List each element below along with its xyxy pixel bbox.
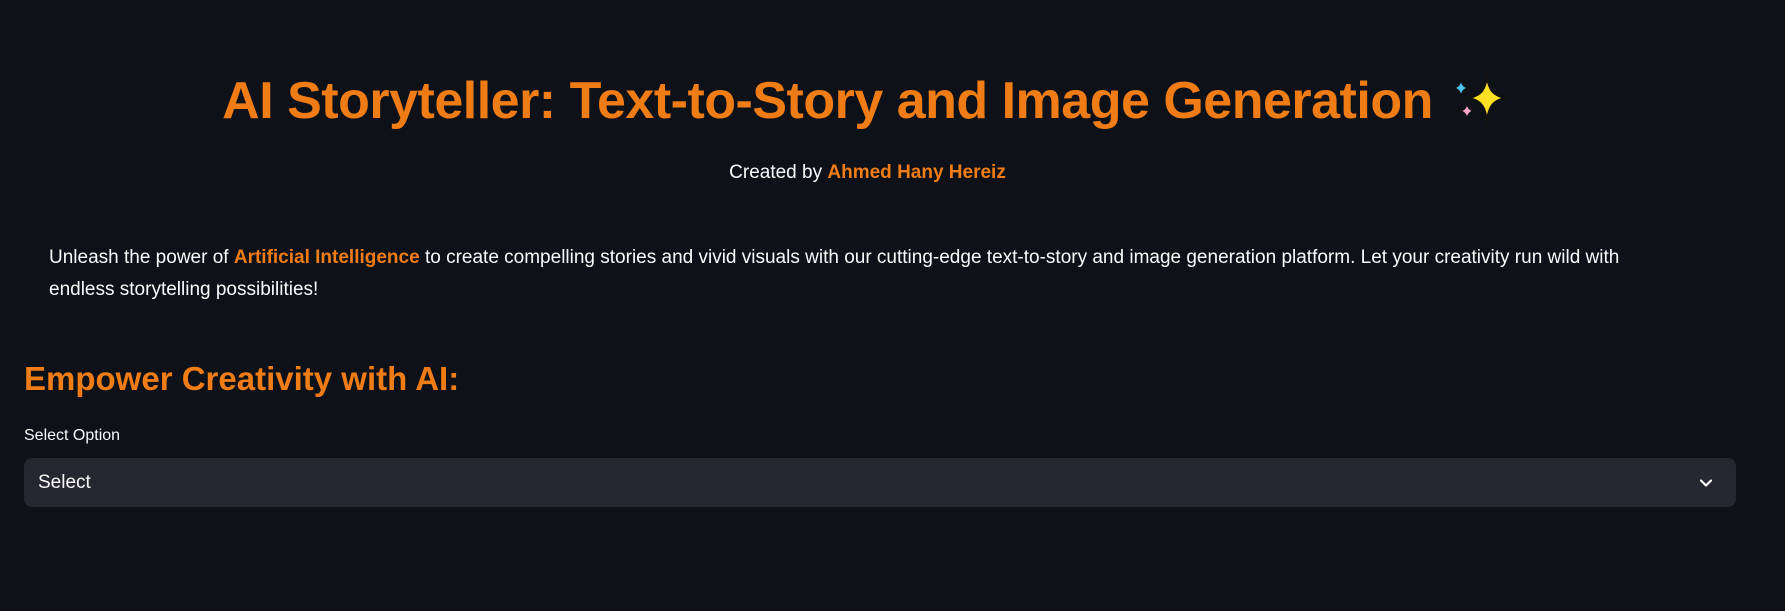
page-title-text: AI Storyteller: Text-to-Story and Image … (222, 72, 1433, 130)
select-option-label: Select Option (24, 427, 121, 444)
intro-paragraph: Unleash the power of Artificial Intellig… (49, 242, 1689, 306)
credit-line: Created by Ahmed Hany Hereiz (0, 162, 1735, 184)
option-select-dropdown[interactable]: Select (24, 458, 1736, 507)
sparkles-icon (1450, 72, 1509, 126)
intro-text-before: Unleash the power of (49, 247, 234, 268)
app-root: AI Storyteller: Text-to-Story and Image … (0, 0, 1785, 611)
section-heading: Empower Creativity with AI: (24, 360, 460, 397)
title-container: AI Storyteller: Text-to-Story and Image … (0, 68, 1735, 134)
author-name: Ahmed Hany Hereiz (827, 162, 1006, 183)
select-current-value: Select (38, 471, 91, 493)
page-title: AI Storyteller: Text-to-Story and Image … (222, 68, 1513, 134)
chevron-down-icon[interactable] (1698, 475, 1714, 491)
intro-highlight: Artificial Intelligence (233, 247, 420, 268)
credit-prefix: Created by (729, 162, 828, 183)
